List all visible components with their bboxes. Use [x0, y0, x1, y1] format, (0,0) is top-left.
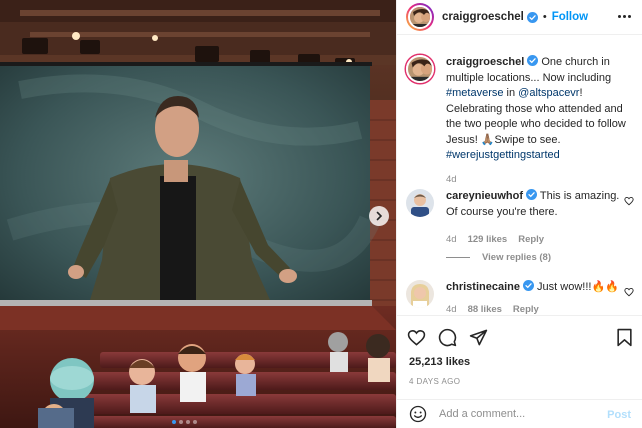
action-icons [407, 328, 488, 347]
caption-text: craiggroeschel One church in multiple lo… [446, 55, 634, 164]
comment-item: christinecaine Just wow!!!🔥🔥 4d 88 likes… [406, 280, 634, 315]
like-count[interactable]: 25,213 likes [409, 356, 470, 368]
post-media [0, 0, 396, 428]
post-comment-button[interactable]: Post [607, 409, 631, 421]
comment-meta: 4d 129 likes Reply [446, 234, 634, 245]
reply-button[interactable]: Reply [518, 234, 544, 245]
smiley-icon[interactable] [409, 405, 427, 423]
caption-meta: 4d [446, 174, 634, 185]
heart-icon[interactable] [407, 328, 426, 347]
follow-button[interactable]: Follow [552, 11, 588, 23]
comment-avatar[interactable] [406, 189, 434, 217]
comment-meta: 4d 88 likes Reply [446, 304, 634, 315]
post-side-panel: craiggroeschel • Follow craiggroeschel O… [396, 0, 642, 428]
verified-badge-icon [526, 11, 538, 23]
comment-input[interactable] [439, 408, 599, 420]
verified-badge-icon [527, 55, 539, 66]
vr-church-image [0, 0, 396, 428]
bookmark-icon[interactable] [616, 328, 633, 347]
comment-like-icon[interactable] [624, 287, 634, 297]
carousel-next-button[interactable] [369, 206, 389, 226]
author-username[interactable]: craiggroeschel [442, 11, 524, 23]
author-avatar[interactable] [406, 3, 434, 31]
caption-segment: in [503, 87, 519, 99]
comment-text: christinecaine Just wow!!!🔥🔥 [446, 280, 634, 296]
caption-age: 4d [446, 173, 457, 185]
avatar-image [410, 7, 430, 27]
comment-username[interactable]: christinecaine [446, 281, 520, 293]
avatar-image [408, 57, 432, 81]
replies-divider [446, 257, 470, 258]
reply-button[interactable]: Reply [513, 304, 539, 315]
view-replies-button[interactable]: View replies (8) [446, 252, 551, 263]
verified-badge-icon [522, 280, 534, 291]
comment-item: careynieuwhof This is amazing. Of course… [406, 189, 634, 245]
comment-avatar[interactable] [406, 280, 434, 308]
instagram-post-modal: craiggroeschel • Follow craiggroeschel O… [0, 0, 642, 428]
add-comment-bar: Post [397, 399, 642, 428]
carousel-indicators [172, 420, 197, 424]
header-separator: • [542, 11, 547, 23]
mention-link[interactable]: @altspacevr [518, 87, 579, 99]
comment-like-icon[interactable] [624, 196, 634, 206]
post-actions [397, 315, 642, 347]
comment-likes[interactable]: 129 likes [468, 234, 508, 245]
comment-likes[interactable]: 88 likes [468, 304, 502, 315]
caption-avatar[interactable] [406, 55, 434, 83]
post-header: craiggroeschel • Follow [397, 0, 642, 35]
carousel-dot [179, 420, 183, 424]
comment-username[interactable]: careynieuwhof [446, 190, 523, 202]
comment-age: 4d [446, 303, 457, 315]
hashtag-link[interactable]: #werejustgettingstarted [446, 149, 560, 161]
avatar-image [406, 280, 434, 308]
comments-list: craiggroeschel One church in multiple lo… [397, 35, 642, 315]
avatar-image [406, 189, 434, 217]
view-replies-label: View replies (8) [482, 252, 551, 263]
comment-body: Just wow!!!🔥🔥 [537, 281, 619, 293]
caption-username[interactable]: craiggroeschel [446, 56, 524, 68]
comment-text: careynieuwhof This is amazing. Of course… [446, 189, 634, 220]
hashtag-link[interactable]: #metaverse [446, 87, 503, 99]
carousel-dot [186, 420, 190, 424]
carousel-dot [172, 420, 176, 424]
comment-bubble-icon[interactable] [438, 328, 457, 347]
post-date: 4 DAYS AGO [409, 377, 461, 386]
verified-badge-icon [526, 189, 538, 200]
carousel-dot [193, 420, 197, 424]
comment-age: 4d [446, 234, 457, 245]
more-options-icon[interactable] [618, 15, 631, 18]
post-caption: craiggroeschel One church in multiple lo… [406, 55, 634, 185]
paper-plane-icon[interactable] [469, 328, 488, 347]
chevron-right-icon [376, 211, 383, 221]
